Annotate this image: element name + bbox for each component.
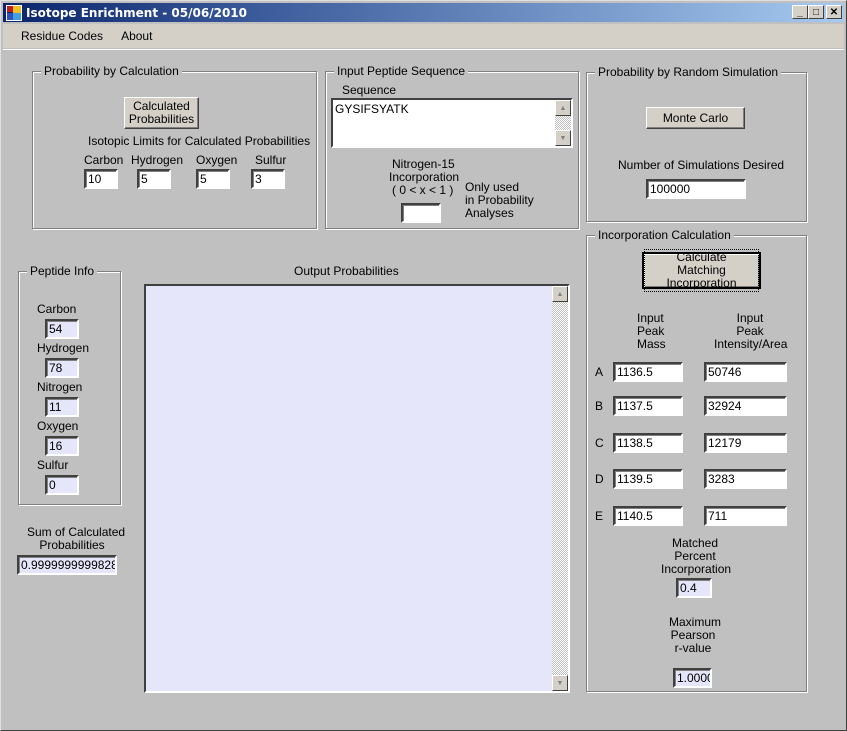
calculated-probabilities-label-1: Calculated: [133, 99, 190, 113]
n15-label-3: ( 0 < x < 1 ): [392, 183, 454, 197]
limit-hydrogen-input[interactable]: 5: [137, 169, 171, 189]
window-title: Isotope Enrichment - 05/06/2010: [26, 5, 247, 20]
row-d-mass-input[interactable]: 1139.5: [613, 469, 683, 489]
sum-label-2: Probabilities: [39, 538, 105, 552]
calculate-matching-label-2: Incorporation: [666, 276, 737, 290]
limit-carbon-input[interactable]: 10: [84, 169, 118, 189]
info-sulfur-label: Sulfur: [37, 458, 69, 472]
calculate-matching-label-1: Calculate Matching: [676, 250, 727, 277]
arrow-down-icon: ▼: [559, 134, 567, 142]
maximize-button[interactable]: □: [808, 5, 824, 19]
row-e-mass-input[interactable]: 1140.5: [613, 506, 683, 526]
peptide-info-legend: Peptide Info: [27, 264, 98, 278]
limit-carbon-label: Carbon: [84, 153, 124, 167]
maximize-icon: □: [812, 6, 820, 18]
row-b-intensity-input[interactable]: 32924: [704, 396, 787, 416]
probability-by-calculation-group: Probability by Calculation: [32, 64, 317, 229]
sequence-value: GYSIFSYATK: [335, 102, 409, 116]
intensity-header-3: Intensity/Area: [714, 337, 788, 351]
row-a-label: A: [595, 365, 604, 379]
limit-hydrogen-label: Hydrogen: [131, 153, 184, 167]
row-d-intensity-input[interactable]: 3283: [704, 469, 787, 489]
row-e-intensity-input[interactable]: 711: [704, 506, 787, 526]
title-bar[interactable]: Isotope Enrichment - 05/06/2010 _ □ ✕: [3, 3, 844, 22]
scroll-down-button[interactable]: ▼: [555, 130, 571, 146]
sequence-label: Sequence: [342, 83, 397, 97]
menu-bar: Residue Codes About: [3, 24, 844, 48]
info-sulfur-value: 0: [45, 475, 79, 495]
output-scroll-up-button[interactable]: ▲: [552, 286, 568, 302]
probability-by-calculation-legend: Probability by Calculation: [41, 64, 182, 78]
info-hydrogen-label: Hydrogen: [37, 341, 90, 355]
limit-sulfur-input[interactable]: 3: [251, 169, 285, 189]
row-b-label: B: [595, 399, 604, 413]
calculated-probabilities-button[interactable]: Calculated Probabilities: [124, 97, 199, 129]
num-simulations-input[interactable]: 100000: [646, 179, 746, 199]
info-carbon-value: 54: [45, 319, 79, 339]
arrow-down-icon: ▼: [556, 679, 564, 687]
row-c-intensity-input[interactable]: 12179: [704, 433, 787, 453]
row-a-mass-input[interactable]: 1136.5: [613, 362, 683, 382]
minimize-button[interactable]: _: [792, 5, 808, 19]
matched-incorporation-value: 0.4: [676, 578, 712, 598]
info-nitrogen-label: Nitrogen: [37, 380, 83, 394]
random-simulation-legend: Probability by Random Simulation: [595, 65, 782, 79]
monte-carlo-button[interactable]: Monte Carlo: [646, 107, 745, 129]
row-b-mass-input[interactable]: 1137.5: [613, 396, 683, 416]
menu-residue-codes[interactable]: Residue Codes: [12, 29, 112, 43]
isotopic-limits-label: Isotopic Limits for Calculated Probabili…: [88, 134, 311, 148]
limit-oxygen-input[interactable]: 5: [196, 169, 230, 189]
matched-label-3: Incorporation: [661, 562, 732, 576]
arrow-up-icon: ▲: [559, 104, 567, 112]
sequence-scrollbar[interactable]: ▲ ▼: [555, 100, 571, 146]
row-c-label: C: [595, 436, 604, 450]
pearson-r-value: 1.0000: [673, 668, 712, 688]
info-nitrogen-value: 11: [45, 397, 79, 417]
info-oxygen-label: Oxygen: [37, 419, 79, 433]
calculate-matching-incorporation-button[interactable]: Calculate Matching Incorporation: [642, 249, 761, 292]
random-simulation-group: Probability by Random Simulation: [586, 65, 807, 222]
output-scroll-down-button[interactable]: ▼: [552, 675, 568, 691]
scroll-up-button[interactable]: ▲: [555, 100, 571, 116]
input-peptide-sequence-legend: Input Peptide Sequence: [334, 64, 469, 78]
limit-oxygen-label: Oxygen: [196, 153, 238, 167]
pearson-label-3: r-value: [674, 641, 712, 655]
n15-incorporation-input[interactable]: [401, 203, 441, 223]
close-icon: ✕: [829, 6, 839, 18]
note-line-3: Analyses: [465, 206, 514, 220]
row-e-label: E: [595, 509, 604, 523]
close-button[interactable]: ✕: [826, 5, 842, 19]
output-probabilities-textarea[interactable]: ▲ ▼: [144, 284, 570, 693]
arrow-up-icon: ▲: [556, 290, 564, 298]
output-probabilities-label: Output Probabilities: [294, 264, 399, 278]
info-carbon-label: Carbon: [37, 302, 77, 316]
menu-divider: [3, 49, 844, 50]
info-oxygen-value: 16: [45, 436, 79, 456]
sum-probabilities-value: 0.99999999998288: [17, 555, 117, 575]
num-simulations-label: Number of Simulations Desired: [618, 158, 785, 172]
info-hydrogen-value: 78: [45, 358, 79, 378]
row-d-label: D: [595, 472, 604, 486]
monte-carlo-label: Monte Carlo: [662, 110, 729, 125]
mass-header-3: Mass: [637, 337, 666, 351]
row-a-intensity-input[interactable]: 50746: [704, 362, 787, 382]
limit-sulfur-label: Sulfur: [255, 153, 287, 167]
main-window: Isotope Enrichment - 05/06/2010 _ □ ✕ Re…: [0, 0, 847, 731]
minimize-icon: _: [797, 6, 803, 18]
menu-about[interactable]: About: [112, 29, 161, 43]
calculated-probabilities-label-2: Probabilities: [128, 112, 195, 126]
app-icon[interactable]: [6, 4, 22, 21]
incorporation-calculation-legend: Incorporation Calculation: [595, 228, 734, 242]
output-scrollbar[interactable]: ▲ ▼: [552, 286, 568, 691]
row-c-mass-input[interactable]: 1138.5: [613, 433, 683, 453]
sequence-textarea[interactable]: GYSIFSYATK ▲ ▼: [331, 98, 573, 148]
